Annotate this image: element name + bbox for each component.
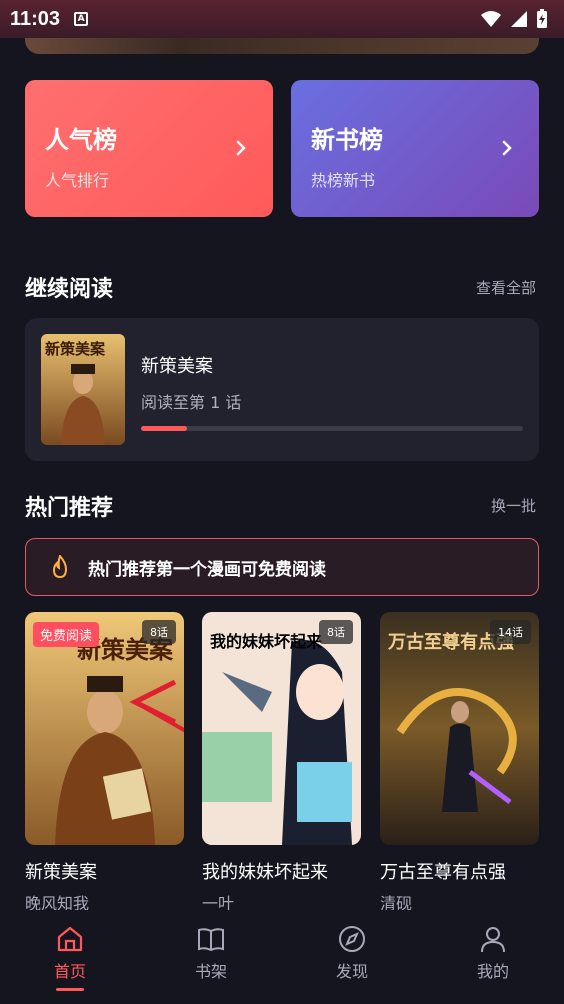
user-icon xyxy=(481,927,505,953)
book-cover: 我的妹妹坏起来 8话 xyxy=(202,612,361,845)
bottom-tab-bar: 首页 书架 发现 我的 xyxy=(0,910,564,1004)
tab-label: 首页 xyxy=(53,962,86,981)
hot-recommend-title: 热门推荐 xyxy=(25,496,114,521)
cover-title: 新策美案 xyxy=(45,340,106,358)
tab-home[interactable]: 首页 xyxy=(30,924,110,991)
compass-icon xyxy=(339,926,365,952)
chevron-right-icon xyxy=(502,140,512,156)
book-cover: 新策美案 xyxy=(41,334,125,445)
tab-label: 我的 xyxy=(476,962,509,981)
book-name: 新策美案 xyxy=(141,356,213,377)
cover-title: 我的妹妹坏起来 xyxy=(210,632,323,651)
book-title: 万古至尊有点强 xyxy=(380,862,506,883)
book-card[interactable]: 新策美案 免费阅读 8话 新策美案 晚风知我 xyxy=(25,612,184,914)
book-card[interactable]: 我的妹妹坏起来 8话 我的妹妹坏起来 一叶 xyxy=(202,612,361,914)
reading-progress-fill xyxy=(141,426,187,431)
rank-card-title: 新书榜 xyxy=(311,126,383,154)
rank-card-subtitle: 热榜新书 xyxy=(311,171,376,190)
refresh-batch-button[interactable]: 换一批 xyxy=(491,495,536,516)
popularity-ranking-card[interactable]: 人气榜 人气排行 xyxy=(25,80,273,217)
signal-icon xyxy=(511,11,527,27)
episode-count-badge: 8话 xyxy=(319,620,353,644)
chevron-right-icon xyxy=(236,140,246,156)
battery-icon xyxy=(537,9,547,28)
status-icons xyxy=(480,9,548,29)
status-time: 11:03 xyxy=(10,7,61,30)
continue-reading-title: 继续阅读 xyxy=(25,277,114,302)
status-bar: 11:03 A xyxy=(0,0,564,38)
tab-discover[interactable]: 发现 xyxy=(312,924,392,982)
wifi-icon xyxy=(481,11,501,27)
notice-text: 热门推荐第一个漫画可免费阅读 xyxy=(88,559,326,580)
episode-count-badge: 8话 xyxy=(142,620,176,644)
free-read-badge: 免费阅读 xyxy=(33,622,100,647)
rank-card-title: 人气榜 xyxy=(45,126,117,154)
book-title: 新策美案 xyxy=(25,862,97,883)
rank-card-subtitle: 人气排行 xyxy=(45,171,110,190)
active-tab-indicator xyxy=(56,988,84,991)
book-cover: 新策美案 免费阅读 8话 xyxy=(25,612,184,845)
book-title: 我的妹妹坏起来 xyxy=(202,862,328,883)
continue-reading-card[interactable]: 新策美案 新策美案 阅读至第 1 话 xyxy=(25,318,539,461)
new-books-ranking-card[interactable]: 新书榜 热榜新书 xyxy=(291,80,539,217)
tab-bookshelf[interactable]: 书架 xyxy=(171,924,251,982)
episode-count-badge: 14话 xyxy=(490,620,531,644)
tab-label: 发现 xyxy=(335,962,368,981)
view-all-link[interactable]: 查看全部 xyxy=(476,277,536,298)
tab-profile[interactable]: 我的 xyxy=(453,924,533,982)
flame-icon xyxy=(52,555,68,579)
reading-progress-bar xyxy=(141,426,523,431)
home-icon xyxy=(57,926,83,952)
tab-label: 书架 xyxy=(194,962,227,981)
reading-progress-text: 阅读至第 1 话 xyxy=(141,393,242,412)
book-icon xyxy=(198,928,224,952)
book-cover: 万古至尊有点强 14话 xyxy=(380,612,539,845)
book-card[interactable]: 万古至尊有点强 14话 万古至尊有点强 清砚 xyxy=(380,612,539,914)
notification-icon: A xyxy=(74,12,89,26)
free-read-notice: 热门推荐第一个漫画可免费阅读 xyxy=(25,538,539,596)
banner-carousel[interactable] xyxy=(25,38,539,54)
